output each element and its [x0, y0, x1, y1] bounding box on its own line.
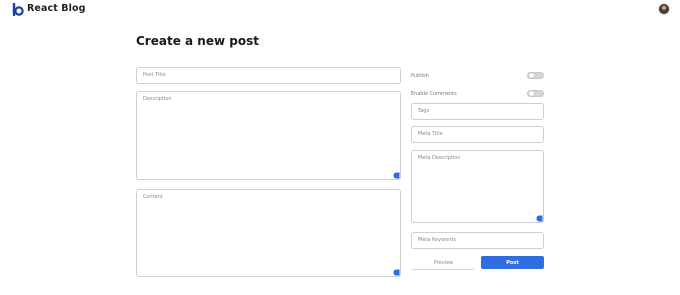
resize-handle-icon[interactable]	[536, 215, 543, 222]
content-textarea[interactable]: Content	[136, 189, 401, 277]
resize-handle-icon[interactable]	[393, 269, 400, 276]
brand-name[interactable]: React Blog	[27, 3, 85, 14]
meta-keywords-input[interactable]: Meta Keywords	[411, 232, 544, 249]
logo-icon	[12, 3, 24, 16]
resize-handle-icon[interactable]	[393, 172, 400, 179]
enable-comments-label: Enable Comments	[411, 91, 457, 97]
post-title-input[interactable]: Post Title	[136, 67, 401, 84]
description-textarea[interactable]: Description	[136, 91, 401, 180]
page-title: Create a new post	[136, 34, 259, 48]
post-button[interactable]: Post	[481, 256, 544, 269]
publish-label: Publish	[411, 73, 429, 79]
preview-button[interactable]: Preview	[412, 257, 475, 269]
meta-description-textarea[interactable]: Meta Description	[411, 150, 544, 223]
meta-title-placeholder: Meta Title	[418, 131, 443, 137]
post-title-placeholder: Post Title	[143, 72, 166, 78]
user-avatar[interactable]	[658, 3, 670, 15]
meta-keywords-placeholder: Meta Keywords	[418, 237, 456, 243]
description-placeholder: Description	[143, 96, 172, 102]
publish-toggle[interactable]	[527, 72, 544, 79]
enable-comments-toggle[interactable]	[527, 90, 544, 97]
content-placeholder: Content	[143, 194, 163, 200]
meta-description-placeholder: Meta Description	[418, 155, 461, 161]
meta-title-input[interactable]: Meta Title	[411, 126, 544, 143]
tags-placeholder: Tags	[418, 108, 430, 114]
tags-input[interactable]: Tags	[411, 103, 544, 120]
